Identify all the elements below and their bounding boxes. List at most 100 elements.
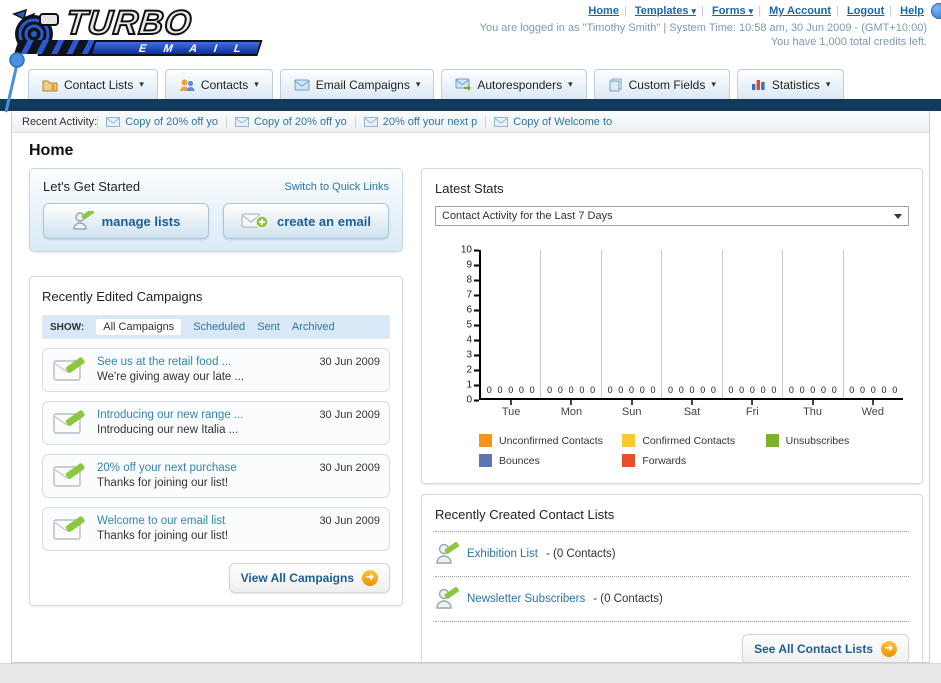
envelope-icon [363,116,378,127]
envelope-pencil-icon [53,463,85,487]
filter-scheduled[interactable]: Scheduled [193,321,245,333]
bar-value-labels: 00000 [723,385,782,395]
chart-day-group: 00000 [541,250,602,398]
nav-link-my-account[interactable]: My Account [769,5,831,17]
manage-lists-button[interactable]: manage lists [43,203,209,239]
tab-email-campaigns[interactable]: Email Campaigns ▾ [279,69,435,99]
filter-all-campaigns[interactable]: All Campaigns [96,319,182,335]
create-email-label: create an email [277,213,371,229]
recent-activity-link[interactable]: Copy of Welcome to [513,116,612,128]
tab-contact-lists[interactable]: Contact Lists ▾ [28,69,158,99]
campaign-row: 20% off your next purchase Thanks for jo… [42,454,390,498]
bar-value: 0 [771,385,777,395]
nav-link-help[interactable]: Help [900,5,924,17]
contacts-people-icon [179,79,195,91]
view-all-campaigns-button[interactable]: View All Campaigns ➜ [228,563,390,593]
x-axis-label: Thu [782,400,842,418]
legend-swatch-icon [622,434,636,447]
bar-value: 0 [650,385,656,395]
create-email-button[interactable]: create an email [223,203,389,239]
bar-value: 0 [639,385,645,395]
navy-divider-bar [0,99,941,111]
nav-separator: | [701,5,704,17]
filter-archived[interactable]: Archived [292,321,335,333]
dropdown-arrow-icon [894,213,902,219]
dotted-divider [435,576,909,577]
nav-link-forms[interactable]: Forms ▾ [712,5,753,17]
help-bubble-icon[interactable] [931,3,941,19]
recent-activity-item: Copy of 20% off yo [97,115,226,128]
y-tick: 1 [466,380,479,391]
bar-value-labels: 00000 [602,385,661,395]
stats-dropdown-value: Contact Activity for the Last 7 Days [442,210,613,222]
envelope-plus-icon [241,213,269,229]
activity-chart: 0 1 2 3 4 5 6 7 8 9 10 000000000000000000000000000… [449,245,903,418]
chevron-down-icon: ▾ [748,6,754,16]
tab-statistics[interactable]: Statistics ▾ [736,69,845,99]
x-axis-label: Sat [662,400,722,418]
envelope-pencil-icon [53,357,85,381]
contact-list-link[interactable]: Exhibition List [467,548,538,560]
bar-value-labels: 00000 [844,385,903,395]
nav-separator: | [889,5,893,17]
chart-day-group: 00000 [844,250,903,398]
envelope-pencil-icon [53,516,85,540]
tab-custom-fields[interactable]: Custom Fields ▾ [593,69,730,99]
recent-activity-bar: Recent Activity: Copy of 20% off yo Copy… [12,111,929,133]
bar-value: 0 [518,385,524,395]
bar-value: 0 [749,385,755,395]
stats-dropdown[interactable]: Contact Activity for the Last 7 Days [435,206,909,226]
x-axis-label: Mon [541,400,601,418]
latest-stats-title: Latest Stats [435,181,504,196]
recent-activity-item: Copy of Welcome to [485,115,620,128]
bar-value: 0 [710,385,716,395]
y-tick: 3 [466,350,479,361]
arrow-right-icon: ➜ [362,570,378,586]
credits-status: You have 1,000 total credits left. [770,36,927,48]
bar-value: 0 [678,385,684,395]
bar-value-labels: 00000 [541,385,600,395]
pages-icon [609,78,622,91]
nav-link-logout[interactable]: Logout [847,5,884,17]
logo-title: TURBO [63,3,195,43]
switch-to-quick-links[interactable]: Switch to Quick Links [284,181,389,193]
chart-x-axis: Tue Mon Sun Sat Fri Thu Wed [481,400,903,418]
campaign-row: Introducing our new range ... Introducin… [42,401,390,445]
nav-link-templates[interactable]: Templates ▾ [635,5,696,17]
campaign-title-link[interactable]: See us at the retail food ... [97,356,310,368]
pointer-pin-icon [4,52,25,113]
tab-label: Statistics [771,77,820,92]
envelope-icon [294,79,310,90]
contact-list-row: Newsletter Subscribers - (0 Contacts) [435,584,909,614]
y-tick: 2 [466,365,479,376]
legend-item: Forwards [622,454,765,467]
get-started-title: Let's Get Started [43,179,141,194]
y-tick: 7 [466,290,479,301]
bar-value: 0 [590,385,596,395]
chart-day-group: 00000 [481,250,542,398]
chart-plot-area: 00000000000000000000000000000000000 [479,250,903,400]
turbo-email-logo: TURBO E M A I L [10,3,275,58]
nav-separator: | [623,5,627,17]
recent-activity-link[interactable]: 20% off your next p [383,116,478,128]
recent-activity-item: 20% off your next p [354,115,486,128]
recent-activity-link[interactable]: Copy of 20% off yo [254,116,347,128]
bar-value: 0 [892,385,898,395]
chart-day-group: 00000 [723,250,784,398]
see-all-contact-lists-button[interactable]: See All Contact Lists ➜ [742,634,909,662]
campaign-title-link[interactable]: 20% off your next purchase [97,462,310,474]
bar-value: 0 [667,385,673,395]
campaign-title-link[interactable]: Introducing our new range ... [97,409,310,421]
nav-link-home[interactable]: Home [588,5,619,17]
filter-sent[interactable]: Sent [257,321,280,333]
x-axis-label: Tue [481,400,541,418]
campaign-title-link[interactable]: Welcome to our email list [97,515,310,527]
bar-value: 0 [881,385,887,395]
recent-activity-link[interactable]: Copy of 20% off yo [125,116,218,128]
tab-contacts[interactable]: Contacts ▾ [164,69,273,99]
campaign-subtitle: Thanks for joining our list! [97,477,229,489]
contact-list-link[interactable]: Newsletter Subscribers [467,593,585,605]
tab-autoresponders[interactable]: Autoresponders ▾ [441,69,587,99]
bar-value: 0 [849,385,855,395]
logo-email-bar: E M A I L [14,40,263,56]
